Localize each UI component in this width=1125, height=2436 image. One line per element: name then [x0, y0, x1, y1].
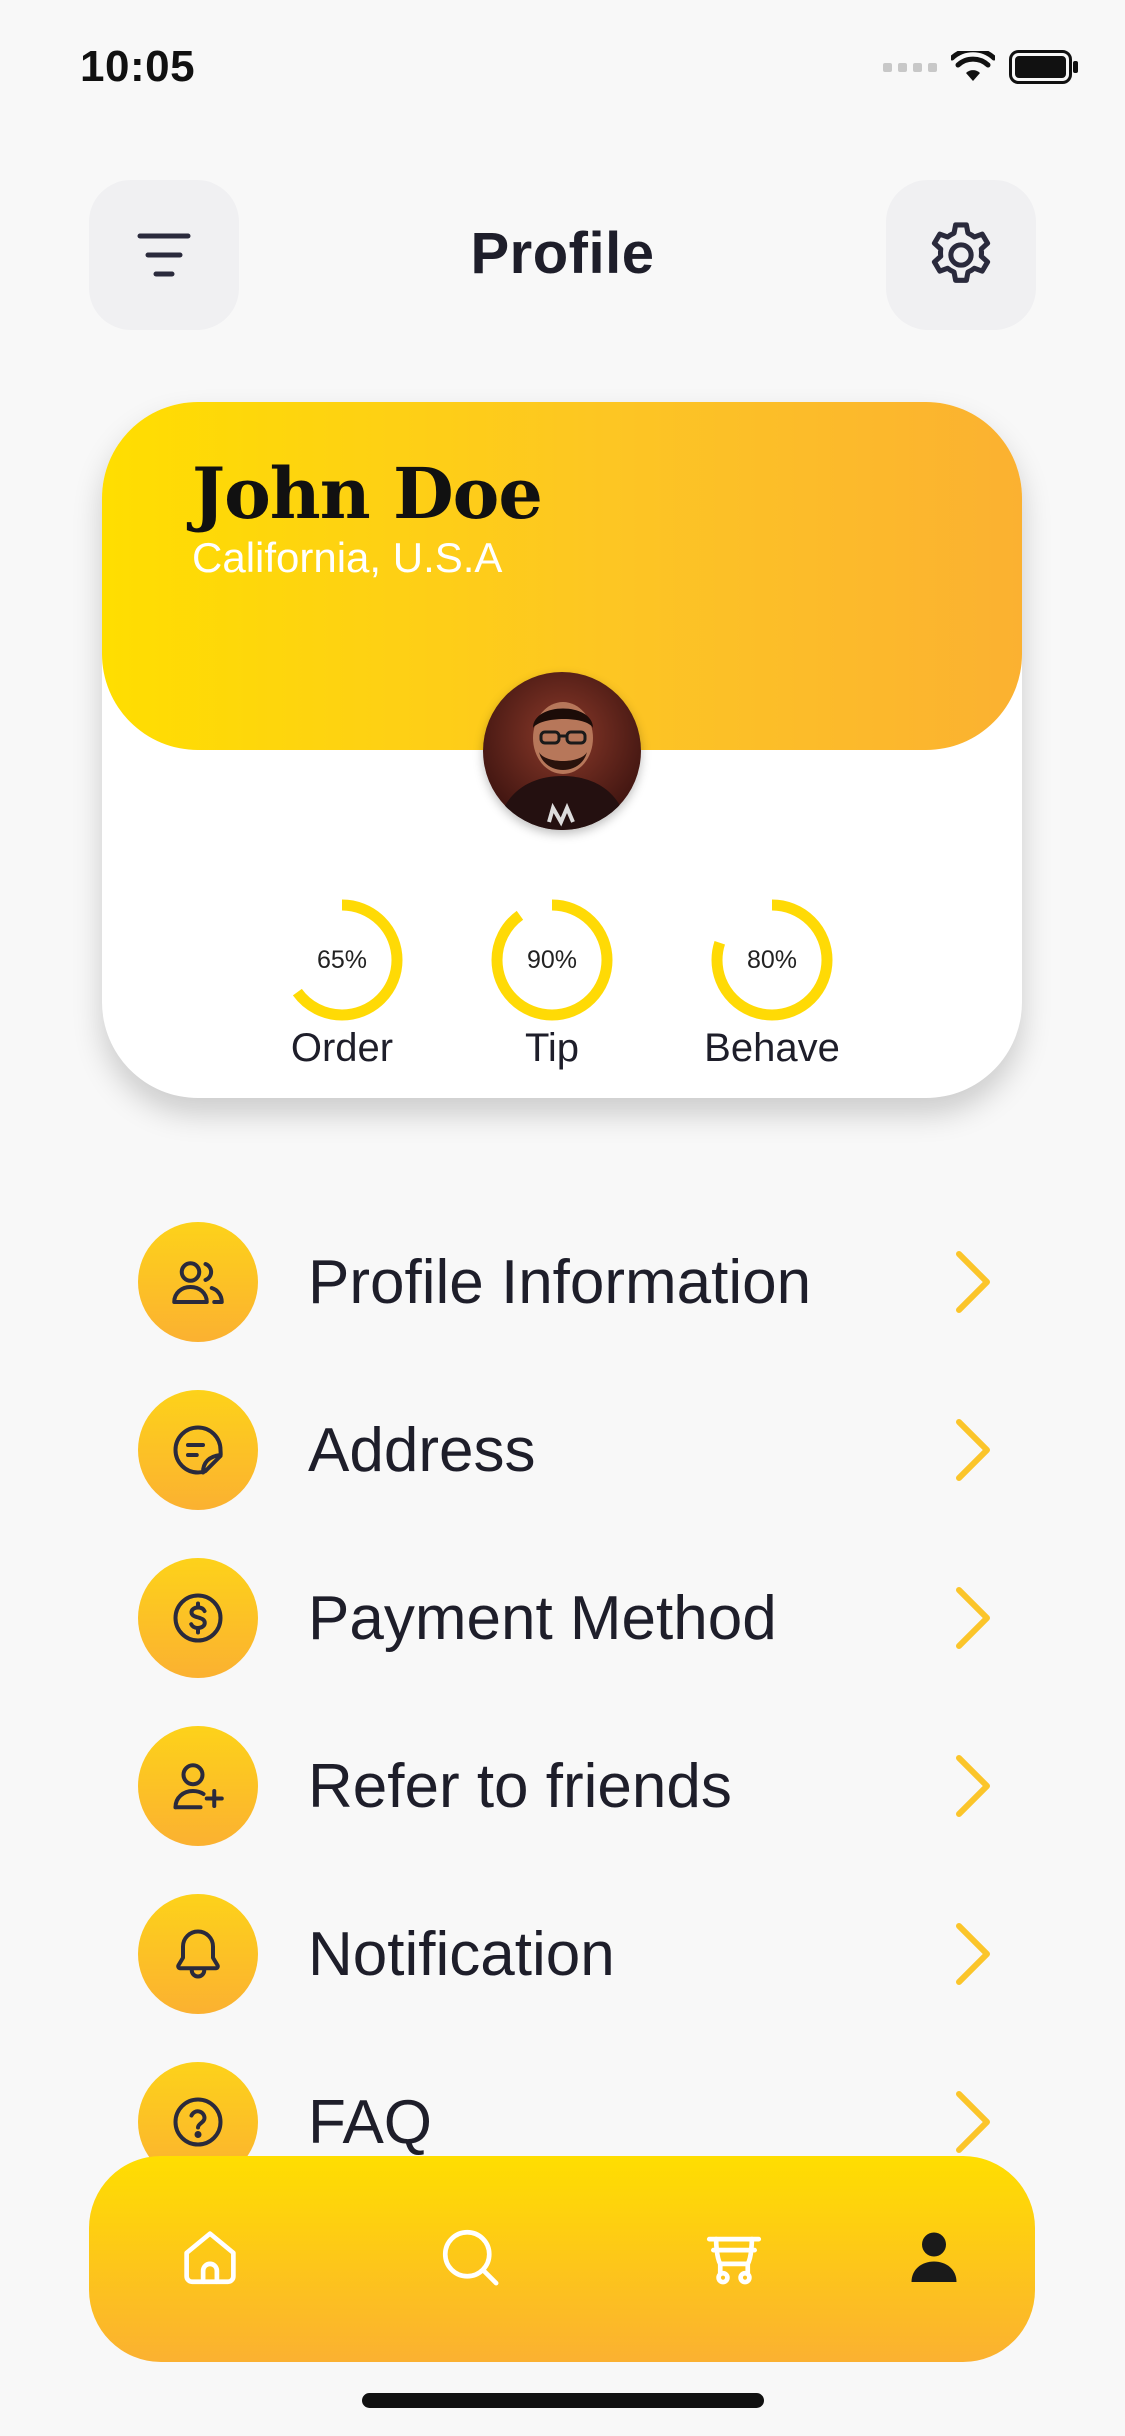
menu-label: Payment Method: [308, 1583, 777, 1653]
home-indicator: [362, 2393, 764, 2408]
profile-card: John Doe California, U.S.A 65% Order 90%…: [102, 402, 1022, 1098]
order-label: Order: [290, 1026, 394, 1070]
user-plus-icon: [138, 1726, 258, 1846]
menu-label: FAQ: [308, 2087, 433, 2157]
order-percent: 65%: [316, 945, 368, 974]
stat-order: 65% Order: [242, 896, 442, 1071]
gear-icon: [931, 222, 991, 283]
avatar[interactable]: [483, 672, 641, 830]
tip-percent: 90%: [526, 945, 578, 974]
chevron-right-icon: [948, 1919, 998, 1989]
nav-cart[interactable]: [679, 2202, 789, 2312]
wifi-icon: [951, 51, 995, 81]
chevron-right-icon: [948, 1247, 998, 1317]
behave-progress-ring: 80%: [708, 896, 836, 1024]
behave-label: Behave: [704, 1026, 840, 1070]
menu-item-refer-to-friends[interactable]: Refer to friends: [138, 1724, 998, 1848]
menu-label: Refer to friends: [308, 1751, 732, 1821]
status-time: 10:05: [80, 42, 196, 91]
menu-item-notification[interactable]: Notification: [138, 1892, 998, 2016]
stat-behave: 80% Behave: [672, 896, 872, 1071]
dollar-coin-icon: [138, 1558, 258, 1678]
nav-search[interactable]: [415, 2202, 525, 2312]
menu-item-payment-method[interactable]: Payment Method: [138, 1556, 998, 1680]
menu-item-address[interactable]: Address: [138, 1388, 998, 1512]
profile-screen: 10:05 Profile John Doe California, U.S.A…: [0, 0, 1125, 2436]
bottom-nav: [89, 2156, 1035, 2362]
stats-row: 65% Order 90% Tip 80% Behave: [102, 896, 1022, 1070]
home-icon: [184, 2231, 236, 2285]
behave-percent: 80%: [746, 945, 798, 974]
menu-label: Notification: [308, 1919, 615, 1989]
search-icon: [442, 2229, 499, 2286]
chevron-right-icon: [948, 1415, 998, 1485]
avatar-photo: [483, 672, 641, 830]
tip-label: Tip: [524, 1026, 580, 1070]
nav-profile[interactable]: [879, 2202, 989, 2312]
user-location: California, U.S.A: [192, 534, 503, 581]
cart-icon: [706, 2236, 762, 2285]
bell-icon: [138, 1894, 258, 2014]
cellular-signal-icon: [883, 62, 937, 72]
stat-tip: 90% Tip: [452, 896, 652, 1071]
chevron-right-icon: [948, 2087, 998, 2157]
battery-icon: [1009, 50, 1078, 84]
status-icons: [883, 50, 1079, 84]
users-icon: [138, 1222, 258, 1342]
menu-label: Profile Information: [308, 1247, 812, 1317]
menu-item-profile-information[interactable]: Profile Information: [138, 1220, 998, 1344]
chevron-right-icon: [948, 1751, 998, 1821]
settings-button[interactable]: [886, 180, 1036, 330]
profile-icon: [911, 2232, 957, 2282]
note-icon: [138, 1390, 258, 1510]
tip-progress-ring: 90%: [488, 896, 616, 1024]
menu-label: Address: [308, 1415, 536, 1485]
order-progress-ring: 65%: [278, 896, 406, 1024]
nav-home[interactable]: [155, 2202, 265, 2312]
user-name: John Doe: [192, 452, 543, 535]
chevron-right-icon: [948, 1583, 998, 1653]
